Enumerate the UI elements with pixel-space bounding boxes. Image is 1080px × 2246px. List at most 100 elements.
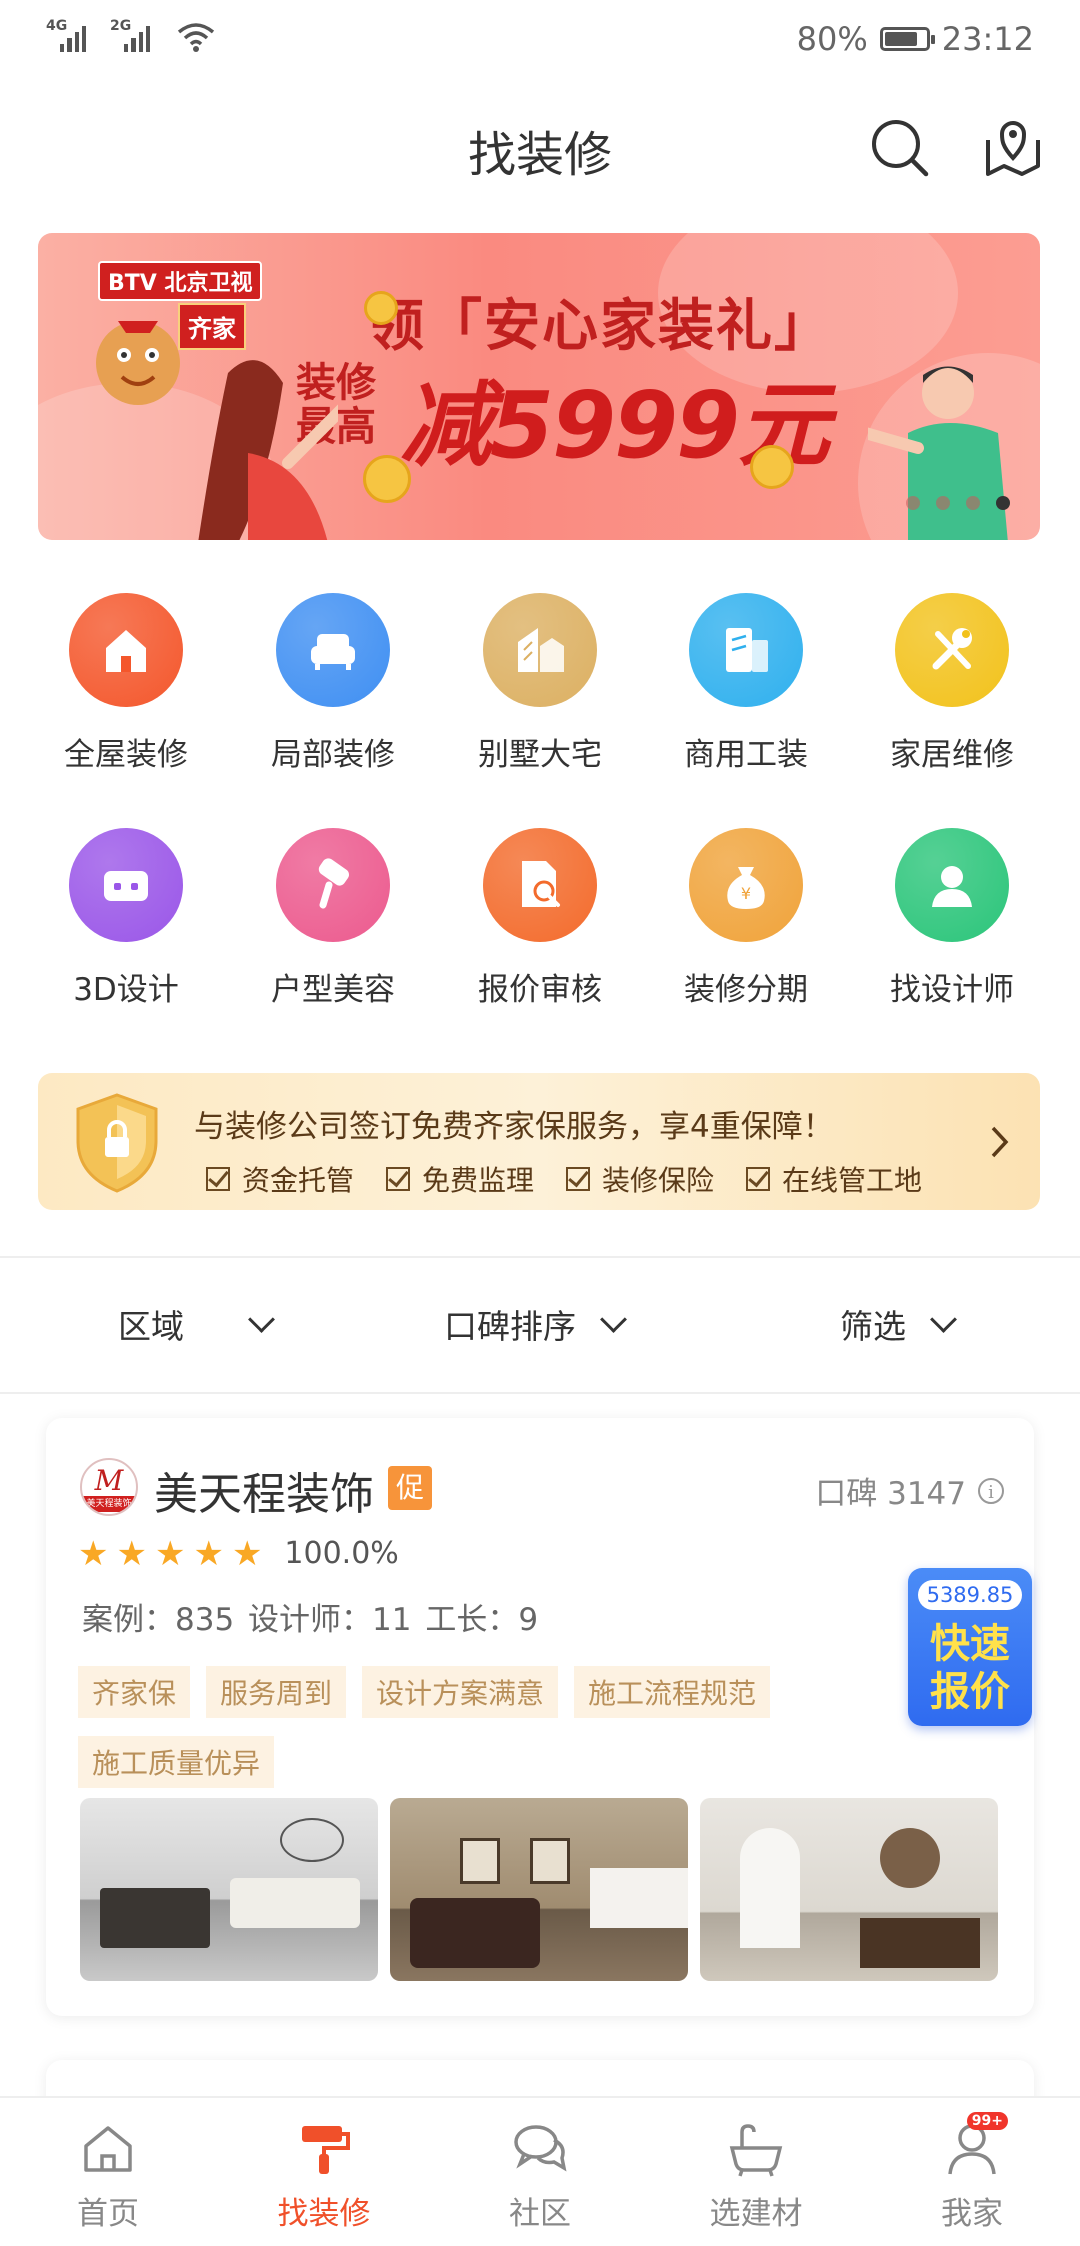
filter-sort-label: 口碑排序	[444, 1307, 576, 1346]
case-photos	[80, 1798, 998, 1981]
notification-badge: 99+	[966, 2112, 1008, 2130]
category-label: 户型美容	[271, 972, 395, 1008]
signal-4g-icon: 4G	[46, 18, 86, 52]
category-house[interactable]: 全屋装修	[36, 593, 216, 774]
star-icon: ★	[193, 1533, 224, 1574]
info-icon[interactable]: i	[978, 1477, 1004, 1504]
carousel-dot[interactable]	[996, 496, 1010, 510]
status-bar: 4G 2G 80% 23:12	[0, 0, 1080, 84]
paint-roller-icon	[294, 2118, 354, 2178]
divider	[0, 1392, 1080, 1394]
guarantee-title: 与装修公司签订免费齐家保服务，享4重保障！	[194, 1109, 834, 1145]
vr-glasses-icon	[69, 828, 183, 942]
guarantee-item: 在线管工地	[746, 1159, 922, 1199]
bathtub-icon	[726, 2118, 786, 2178]
signal-indicators: 4G 2G	[46, 18, 216, 52]
reputation-score[interactable]: 口碑 3147 i	[815, 1468, 1004, 1513]
tab-label: 找装修	[277, 2196, 371, 2232]
company-logo: M 美天程装饰	[80, 1458, 138, 1516]
map-location-icon[interactable]	[982, 116, 1044, 178]
status-right: 80% 23:12	[797, 20, 1034, 58]
promo-badge: 促	[388, 1466, 432, 1510]
battery-icon	[879, 27, 935, 51]
paint-roller-icon	[276, 828, 390, 942]
villa-icon	[483, 593, 597, 707]
guarantee-banner[interactable]: 与装修公司签订免费齐家保服务，享4重保障！ 资金托管 免费监理 装修保险 在线管工地	[38, 1073, 1040, 1210]
promo-banner[interactable]: BTV 北京卫视 齐家 领「安心家装礼」 装修 最高 减5999元	[38, 233, 1040, 540]
tab-paint-roller[interactable]: 找装修	[216, 2118, 432, 2233]
feature-tag: 设计方案满意	[362, 1666, 559, 1718]
building-icon	[689, 593, 803, 707]
reputation-label: 口碑 3147	[815, 1476, 966, 1512]
bottom-tab-bar: 首页 找装修 社区 选建材 99+ 我家	[0, 2096, 1080, 2246]
case-photo[interactable]	[80, 1798, 378, 1981]
category-money-bag[interactable]: ¥ 装修分期	[656, 828, 836, 1009]
chevron-down-icon	[248, 1305, 275, 1333]
chat-bubbles-icon	[510, 2118, 570, 2178]
divider	[0, 1256, 1080, 1258]
checkbox-icon	[566, 1167, 591, 1191]
guarantee-item: 装修保险	[566, 1159, 714, 1199]
carousel-dot[interactable]	[936, 496, 950, 510]
carousel-dot[interactable]	[906, 496, 920, 510]
category-wrench[interactable]: 家居维修	[862, 593, 1042, 774]
home-icon	[78, 2118, 138, 2178]
quick-quote-price: 5389.85	[918, 1580, 1022, 1610]
money-bag-icon: ¥	[689, 828, 803, 942]
category-label: 装修分期	[684, 972, 808, 1008]
document-search-icon	[483, 828, 597, 942]
signal-2g-icon: 2G	[110, 18, 150, 52]
category-label: 局部装修	[271, 737, 395, 773]
profile-icon: 99+	[942, 2112, 1008, 2178]
tab-label: 社区	[509, 2196, 571, 2232]
sofa-icon	[276, 593, 390, 707]
search-icon[interactable]	[868, 116, 930, 178]
category-label: 全屋装修	[64, 737, 188, 773]
tab-label: 我家	[941, 2196, 1003, 2232]
tab-label: 首页	[77, 2196, 139, 2232]
company-card[interactable]: M 美天程装饰 美天程装饰 促 口碑 3147 i ★ ★ ★ ★ ★ 100.0% 案…	[46, 1418, 1034, 2016]
filter-area[interactable]: 区域	[118, 1300, 275, 1348]
feature-tag: 施工流程规范	[574, 1666, 771, 1718]
case-photo[interactable]	[390, 1798, 688, 1981]
chevron-down-icon	[930, 1305, 957, 1333]
guarantee-item: 免费监理	[386, 1159, 534, 1199]
category-sofa[interactable]: 局部装修	[243, 593, 423, 774]
star-icon: ★	[154, 1533, 186, 1574]
category-paint-roller[interactable]: 户型美容	[243, 828, 423, 1009]
star-icon: ★	[231, 1533, 263, 1574]
category-villa[interactable]: 别墅大宅	[450, 593, 630, 774]
mascot-icon	[96, 321, 180, 405]
category-document-search[interactable]: 报价审核	[450, 828, 630, 1009]
tab-home[interactable]: 首页	[0, 2118, 216, 2233]
category-label: 3D设计	[73, 972, 179, 1008]
carousel-dot[interactable]	[966, 496, 980, 510]
company-tags: 齐家保 服务周到 设计方案满意 施工流程规范 施工质量优异	[78, 1666, 898, 1788]
checkbox-icon	[746, 1167, 771, 1191]
category-building[interactable]: 商用工装	[656, 593, 836, 774]
tab-profile[interactable]: 99+ 我家	[864, 2112, 1080, 2233]
category-vr-glasses[interactable]: 3D设计	[36, 828, 216, 1009]
filter-more[interactable]: 筛选	[840, 1300, 957, 1348]
woman-illustration-icon	[198, 360, 338, 540]
guarantee-items: 资金托管 免费监理 装修保险 在线管工地	[206, 1159, 922, 1199]
quick-quote-label: 快速 报价	[930, 1621, 1010, 1715]
category-label: 商用工装	[684, 737, 808, 773]
carousel-dots[interactable]	[906, 496, 1010, 510]
tab-label: 选建材	[709, 2196, 803, 2232]
case-photo[interactable]	[700, 1798, 998, 1981]
wrench-icon	[895, 593, 1009, 707]
chevron-right-icon[interactable]	[990, 1123, 1010, 1169]
coin-icon	[364, 291, 398, 325]
category-label: 家居维修	[890, 737, 1014, 773]
filter-sort[interactable]: 口碑排序	[444, 1300, 627, 1348]
category-designer[interactable]: 找设计师	[862, 828, 1042, 1009]
svg-text:¥: ¥	[741, 884, 751, 903]
tab-bathtub[interactable]: 选建材	[648, 2118, 864, 2233]
filter-more-label: 筛选	[840, 1307, 906, 1346]
feature-tag: 服务周到	[206, 1666, 347, 1718]
clock: 23:12	[941, 20, 1034, 58]
quick-quote-button[interactable]: 5389.85 快速 报价	[908, 1568, 1032, 1726]
checkbox-icon	[386, 1167, 411, 1191]
tab-chat-bubbles[interactable]: 社区	[432, 2118, 648, 2233]
